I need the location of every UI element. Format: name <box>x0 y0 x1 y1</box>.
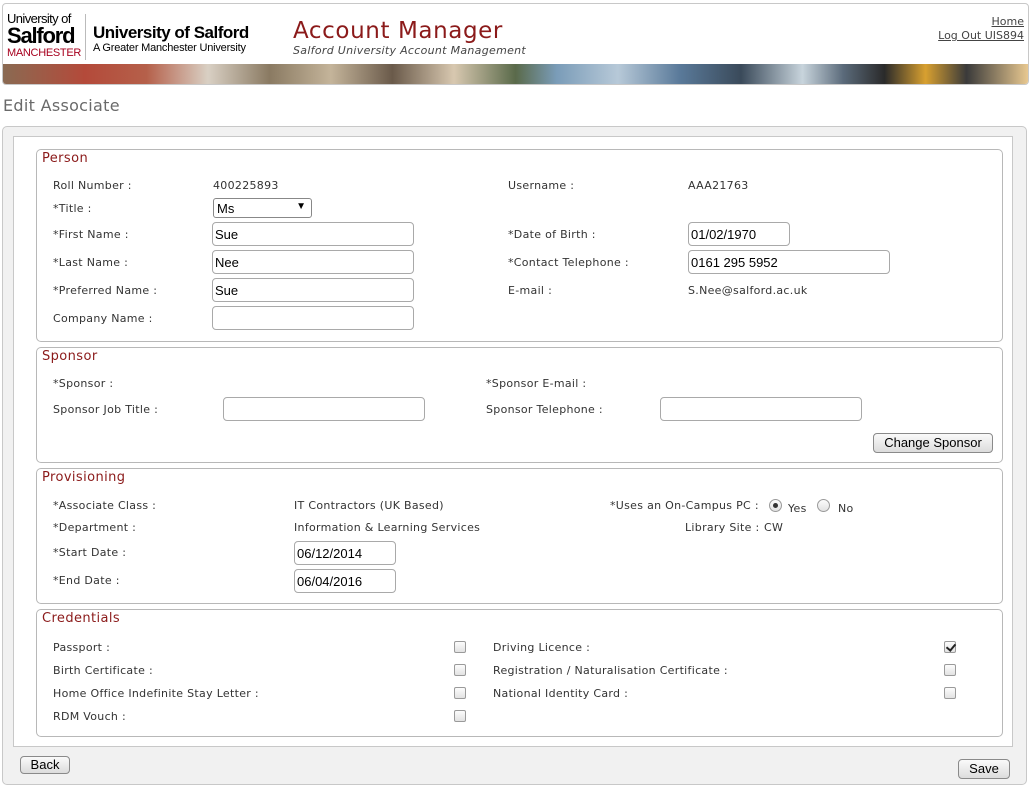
dob-label: *Date of Birth : <box>508 228 596 241</box>
contact-telephone-field[interactable]: 0161 295 5952 <box>688 250 890 274</box>
save-button[interactable]: Save <box>958 759 1010 779</box>
university-of-salford-logo: University of Salford A Greater Manchest… <box>93 23 249 55</box>
change-sponsor-button[interactable]: Change Sponsor <box>873 433 993 453</box>
site-header: University of Salford MANCHESTER Univers… <box>2 3 1029 85</box>
department-label: *Department : <box>53 521 137 534</box>
company-name-label: Company Name : <box>53 312 153 325</box>
birth-certificate-label: Birth Certificate : <box>53 664 153 677</box>
library-site-label: Library Site : <box>685 521 760 534</box>
sponsor-telephone-field[interactable] <box>660 397 862 421</box>
credentials-legend: Credentials <box>42 611 121 626</box>
registration-certificate-checkbox[interactable] <box>944 664 956 676</box>
provisioning-legend: Provisioning <box>42 470 126 485</box>
home-office-letter-label: Home Office Indefinite Stay Letter : <box>53 687 259 700</box>
rdm-vouch-label: RDM Vouch : <box>53 710 126 723</box>
logo-divider <box>85 14 86 60</box>
photo-banner <box>3 64 1028 84</box>
on-campus-no-label: No <box>838 502 854 515</box>
driving-licence-label: Driving Licence : <box>493 641 591 654</box>
dropdown-arrow-icon: ▼ <box>296 201 306 212</box>
on-campus-yes-label: Yes <box>788 502 807 515</box>
logo-line: A Greater Manchester University <box>93 42 246 54</box>
provisioning-section: Provisioning *Associate Class : IT Contr… <box>36 468 1003 604</box>
sponsor-job-title-field[interactable] <box>223 397 425 421</box>
preferred-name-field[interactable]: Sue <box>212 278 414 302</box>
sponsor-legend: Sponsor <box>42 349 98 364</box>
national-identity-card-label: National Identity Card : <box>493 687 629 700</box>
associate-class-value: IT Contractors (UK Based) <box>294 499 444 512</box>
passport-checkbox[interactable] <box>454 641 466 653</box>
roll-number-label: Roll Number : <box>53 179 132 192</box>
dob-field[interactable]: 01/02/1970 <box>688 222 790 246</box>
registration-certificate-label: Registration / Naturalisation Certificat… <box>493 664 728 677</box>
end-date-label: *End Date : <box>53 574 120 587</box>
username-label: Username : <box>508 179 575 192</box>
rdm-vouch-checkbox[interactable] <box>454 710 466 722</box>
logout-link[interactable]: Log Out UIS894 <box>938 29 1024 43</box>
start-date-label: *Start Date : <box>53 546 127 559</box>
sponsor-label: *Sponsor : <box>53 377 114 390</box>
sponsor-section: Sponsor *Sponsor : *Sponsor E-mail : Spo… <box>36 347 1003 463</box>
logo-line: University of Salford <box>93 23 249 42</box>
contact-telephone-label: *Contact Telephone : <box>508 256 629 269</box>
username-value: AAA21763 <box>688 179 749 192</box>
last-name-field[interactable]: Nee <box>212 250 414 274</box>
first-name-label: *First Name : <box>53 228 129 241</box>
company-name-field[interactable] <box>212 306 414 330</box>
app-title: Account Manager <box>293 18 503 44</box>
credentials-section: Credentials Passport : Driving Licence :… <box>36 609 1003 737</box>
back-button[interactable]: Back <box>20 756 70 774</box>
on-campus-no-radio[interactable] <box>817 499 830 512</box>
page-title: Edit Associate <box>3 96 120 115</box>
on-campus-yes-radio[interactable] <box>769 499 782 512</box>
last-name-label: *Last Name : <box>53 256 129 269</box>
logo-line: MANCHESTER <box>7 47 82 59</box>
person-section: Person Roll Number : 400225893 Username … <box>36 149 1003 342</box>
app-subtitle: Salford University Account Management <box>293 44 527 57</box>
sponsor-email-label: *Sponsor E-mail : <box>486 377 587 390</box>
title-select-value: Ms <box>217 201 235 216</box>
logo-line: Salford <box>7 23 76 48</box>
driving-licence-checkbox[interactable] <box>944 641 956 653</box>
on-campus-pc-label: *Uses an On-Campus PC : <box>610 499 759 512</box>
top-links: Home Log Out UIS894 <box>938 15 1024 43</box>
home-link[interactable]: Home <box>938 15 1024 29</box>
start-date-field[interactable]: 06/12/2014 <box>294 541 396 565</box>
title-select[interactable]: Ms ▼ <box>213 198 312 218</box>
end-date-field[interactable]: 06/04/2016 <box>294 569 396 593</box>
department-value: Information & Learning Services <box>294 521 481 534</box>
roll-number-value: 400225893 <box>213 179 279 192</box>
university-of-salford-manchester-logo[interactable]: University of Salford MANCHESTER <box>7 12 81 62</box>
home-office-letter-checkbox[interactable] <box>454 687 466 699</box>
associate-class-label: *Associate Class : <box>53 499 157 512</box>
sponsor-job-title-label: Sponsor Job Title : <box>53 403 159 416</box>
birth-certificate-checkbox[interactable] <box>454 664 466 676</box>
sponsor-telephone-label: Sponsor Telephone : <box>486 403 603 416</box>
preferred-name-label: *Preferred Name : <box>53 284 158 297</box>
library-site-value: CW <box>764 521 784 534</box>
first-name-field[interactable]: Sue <box>212 222 414 246</box>
person-legend: Person <box>42 151 89 166</box>
passport-label: Passport : <box>53 641 111 654</box>
national-identity-card-checkbox[interactable] <box>944 687 956 699</box>
email-label: E-mail : <box>508 284 553 297</box>
email-value: S.Nee@salford.ac.uk <box>688 284 808 297</box>
title-label: *Title : <box>53 202 92 215</box>
